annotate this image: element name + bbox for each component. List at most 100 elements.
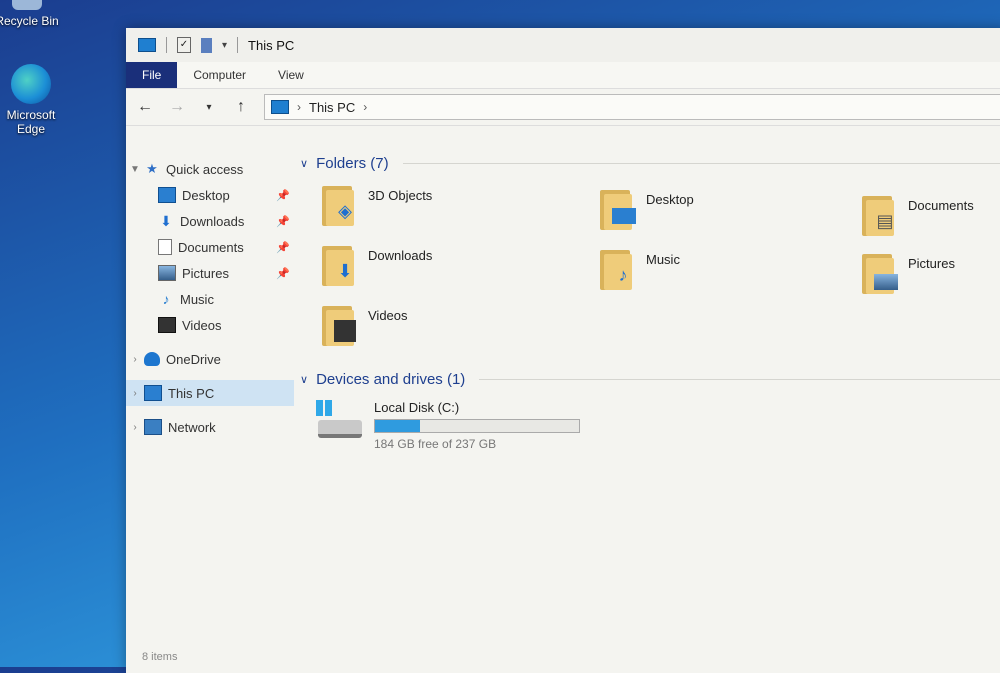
customize-quick-access-icon[interactable]: ▾	[222, 40, 227, 51]
hard-drive-icon	[316, 400, 362, 440]
status-item-count: 8 items	[142, 651, 178, 663]
expand-chevron-icon[interactable]: ›	[126, 422, 144, 433]
drive-local-disk-c[interactable]: Local Disk (C:) 184 GB free of 237 GB	[316, 400, 580, 451]
sidebar-item-onedrive[interactable]: › OneDrive	[126, 346, 294, 372]
picture-icon	[874, 274, 898, 290]
sidebar-item-videos[interactable]: Videos	[126, 312, 294, 338]
folder-label: Music	[646, 252, 680, 267]
this-pc-icon	[271, 100, 289, 114]
sidebar-item-desktop[interactable]: Desktop 📌	[126, 182, 294, 208]
pin-icon: 📌	[276, 189, 290, 202]
properties-icon[interactable]: ✓	[177, 37, 191, 53]
folder-music[interactable]: ♪ Music	[600, 246, 680, 290]
navigation-pane: ▼ ★ Quick access Desktop 📌 ⬇ Downloads 📌…	[126, 150, 294, 673]
tab-file[interactable]: File	[126, 62, 178, 88]
sidebar-item-label: Desktop	[182, 187, 230, 203]
recent-locations-chevron-icon[interactable]: ▾	[200, 102, 218, 113]
folder-documents[interactable]: ▤ Documents	[862, 192, 974, 236]
forward-arrow-icon[interactable]: →	[168, 98, 186, 116]
network-icon	[144, 419, 162, 435]
folder-icon	[862, 250, 898, 294]
chevron-right-icon[interactable]: ›	[363, 100, 367, 114]
cloud-icon	[144, 352, 160, 366]
film-icon	[334, 320, 356, 342]
recycle-bin-label: Recycle Bin	[0, 14, 59, 28]
drives-grid: Local Disk (C:) 184 GB free of 237 GB	[300, 392, 1000, 472]
film-icon	[158, 317, 176, 333]
tab-computer[interactable]: Computer	[177, 62, 262, 88]
folder-videos[interactable]: Videos	[322, 302, 408, 346]
down-arrow-icon: ⬇	[337, 261, 353, 281]
down-arrow-icon: ⬇	[160, 213, 172, 229]
sidebar-item-pictures[interactable]: Pictures 📌	[126, 260, 294, 286]
sidebar-item-this-pc[interactable]: › This PC	[126, 380, 294, 406]
edge-desktop-icon[interactable]: Microsoft Edge	[0, 64, 66, 136]
drive-usage-bar	[374, 419, 580, 433]
sidebar-item-label: Downloads	[180, 213, 245, 229]
expand-chevron-icon[interactable]: ›	[126, 388, 144, 399]
folder-label: Downloads	[368, 248, 433, 263]
computer-icon	[144, 385, 162, 401]
folders-grid: ◈ 3D Objects Desktop ▤ Documents ⬇ Downl…	[300, 176, 1000, 366]
folder-pictures[interactable]: Pictures	[862, 250, 955, 294]
edge-icon	[11, 64, 51, 104]
folder-label: Pictures	[908, 256, 955, 271]
main-pane: ∨ Folders (7) ◈ 3D Objects Desktop ▤ Doc…	[300, 150, 1000, 673]
chevron-right-icon[interactable]: ›	[297, 100, 301, 114]
star-icon: ★	[146, 161, 158, 176]
folder-icon	[600, 186, 636, 230]
folder-desktop[interactable]: Desktop	[600, 186, 694, 230]
address-toolbar: ← → ▾ ↑ › This PC ›	[126, 89, 1000, 126]
back-arrow-icon[interactable]: ←	[136, 98, 154, 116]
sidebar-item-label: Network	[168, 419, 216, 435]
expand-chevron-icon[interactable]: ▼	[126, 164, 144, 175]
content-area: ▼ ★ Quick access Desktop 📌 ⬇ Downloads 📌…	[126, 150, 1000, 673]
drives-group-header[interactable]: ∨ Devices and drives (1)	[300, 366, 1000, 392]
folders-group-header[interactable]: ∨ Folders (7)	[300, 150, 1000, 176]
sidebar-item-label: Documents	[178, 239, 244, 255]
recycle-bin-icon	[12, 0, 42, 10]
folder-icon: ⬇	[322, 242, 358, 286]
pin-icon: 📌	[276, 267, 290, 280]
up-arrow-icon[interactable]: ↑	[232, 98, 250, 116]
pin-icon: 📌	[276, 241, 290, 254]
file-explorer-window: ✓ ▾ This PC File Computer View ← → ▾ ↑ ›…	[126, 28, 1000, 673]
folder-icon: ▤	[862, 192, 898, 236]
music-note-icon: ♪	[618, 265, 628, 285]
folder-label: Documents	[908, 198, 974, 213]
address-bar[interactable]: › This PC ›	[264, 94, 1000, 120]
recycle-bin-desktop-icon[interactable]: Recycle Bin	[0, 0, 62, 28]
sidebar-item-label: This PC	[168, 385, 215, 401]
folder-label: Videos	[368, 308, 408, 323]
sidebar-item-label: OneDrive	[166, 351, 221, 367]
drive-name: Local Disk (C:)	[374, 400, 460, 415]
cube-icon: ◈	[338, 201, 352, 221]
this-pc-icon	[138, 38, 156, 52]
sidebar-item-documents[interactable]: Documents 📌	[126, 234, 294, 260]
sidebar-item-label: Pictures	[182, 265, 229, 281]
sidebar-item-label: Quick access	[166, 161, 244, 177]
folder-icon: ◈	[322, 182, 358, 226]
collapse-chevron-icon[interactable]: ∨	[300, 373, 308, 386]
collapse-chevron-icon[interactable]: ∨	[300, 157, 308, 170]
edge-label: Microsoft Edge	[6, 108, 56, 136]
sidebar-item-network[interactable]: › Network	[126, 414, 294, 440]
breadcrumb-this-pc[interactable]: This PC	[309, 100, 355, 115]
tab-view[interactable]: View	[262, 62, 320, 88]
new-folder-icon[interactable]	[201, 37, 212, 53]
ribbon-tabs: File Computer View	[126, 62, 1000, 89]
desktop-icon	[158, 187, 176, 203]
drives-group-title: Devices and drives (1)	[316, 370, 466, 388]
sidebar-item-downloads[interactable]: ⬇ Downloads 📌	[126, 208, 294, 234]
folder-downloads[interactable]: ⬇ Downloads	[322, 242, 432, 286]
window-title: This PC	[248, 37, 295, 53]
expand-chevron-icon[interactable]: ›	[126, 354, 144, 365]
title-bar: ✓ ▾ This PC	[126, 28, 1000, 62]
monitor-icon	[612, 208, 636, 224]
windows-logo-icon	[316, 400, 332, 416]
divider	[402, 162, 1000, 164]
sidebar-item-quick-access[interactable]: ▼ ★ Quick access	[126, 156, 294, 182]
sidebar-item-music[interactable]: ♪ Music	[126, 286, 294, 312]
folder-3d-objects[interactable]: ◈ 3D Objects	[322, 182, 432, 226]
sidebar-item-label: Music	[180, 291, 214, 307]
